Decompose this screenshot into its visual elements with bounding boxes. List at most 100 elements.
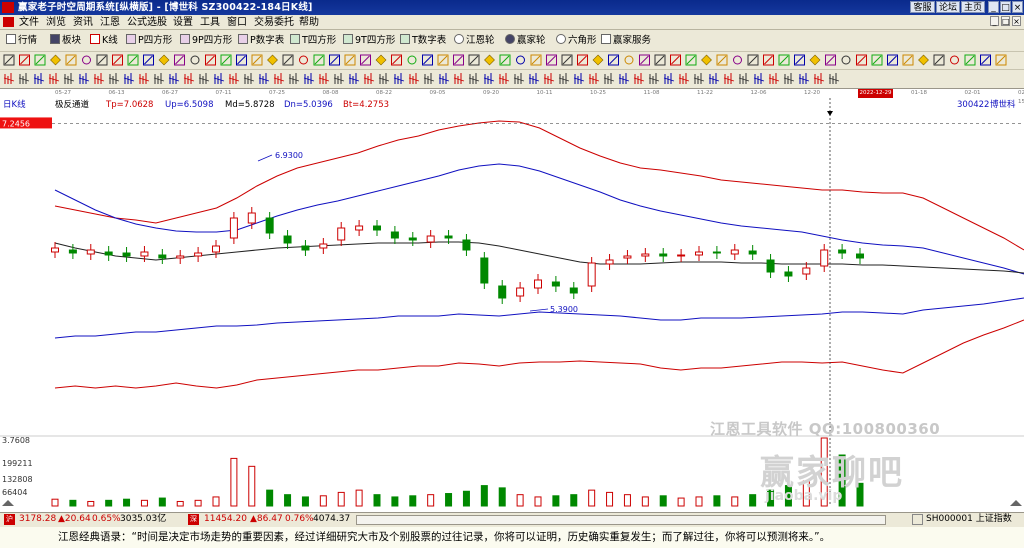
square-icon[interactable] [685,54,697,66]
cross-icon[interactable] [407,55,417,65]
fork-icon[interactable] [768,73,780,84]
fork-icon[interactable] [618,73,630,84]
toolbar-9t-square[interactable]: 9T四方形 [343,34,395,47]
infinity-icon[interactable] [588,73,600,84]
toolbar-p-square[interactable]: P四方形 [126,34,172,47]
chart-icon[interactable] [648,73,660,84]
hline-icon[interactable] [950,55,959,65]
diamond-icon[interactable] [995,54,1007,66]
rewind-icon[interactable] [360,54,371,66]
chart-icon[interactable] [723,73,735,84]
chart-icon[interactable] [498,73,510,84]
grid-icon[interactable] [603,73,615,84]
toolbar-quotes[interactable]: 行情 [6,34,37,47]
toolbar-kline[interactable]: K线 [90,34,118,47]
vline-icon[interactable] [747,54,759,66]
chart-icon[interactable] [123,73,135,84]
cross-icon[interactable] [778,54,790,66]
vline-icon[interactable] [375,54,387,66]
grid-icon[interactable] [753,73,765,84]
vline-icon[interactable] [3,54,15,66]
star-icon[interactable] [980,54,991,66]
infinity-icon[interactable] [63,73,75,84]
chart-icon[interactable] [798,73,810,84]
circle-icon[interactable] [701,54,712,66]
menu-help[interactable]: 帮助 [299,16,319,29]
minimize-button[interactable]: _ [988,1,999,13]
square-icon[interactable] [871,54,883,66]
fib-icon[interactable] [558,73,570,84]
lock-icon[interactable] [639,54,650,66]
infinity-icon[interactable] [513,73,525,84]
grid-icon[interactable] [78,73,90,84]
fib-icon[interactable] [108,73,120,84]
chart-icon[interactable] [273,73,285,84]
circle-icon[interactable] [887,54,898,66]
menu-gann[interactable]: 江恩 [100,16,120,29]
arrow-icon[interactable] [841,55,851,65]
forum-button[interactable]: 论坛 [936,1,960,13]
toolbar-winner-wheel[interactable]: 赢家轮 [505,34,546,47]
grid-icon[interactable] [453,73,465,84]
rewind-icon[interactable] [174,54,185,66]
star-icon[interactable] [794,54,805,66]
menu-browse[interactable]: 浏览 [46,16,66,29]
lock-icon[interactable] [825,54,836,66]
toolbar-winner-service[interactable]: 赢家服务 [601,34,651,47]
fork-icon[interactable] [243,73,255,84]
hline-icon[interactable] [763,54,774,66]
mdi-close-button[interactable]: × [1012,16,1021,26]
scroll-up-icon[interactable] [2,500,14,506]
fib-icon[interactable] [33,73,45,84]
fork-icon[interactable] [543,73,555,84]
index-selector-icon[interactable] [912,514,923,525]
fork-icon[interactable] [468,73,480,84]
play-icon[interactable] [158,54,170,66]
horizontal-scrollbar[interactable] [356,515,886,525]
menu-settings[interactable]: 设置 [173,16,193,29]
fib-icon[interactable] [183,73,195,84]
text-icon[interactable] [856,54,867,66]
grid-icon[interactable] [678,73,690,84]
grid-icon[interactable] [228,73,240,84]
maximize-button[interactable]: □ [1000,1,1011,13]
text-icon[interactable] [112,54,123,66]
hline-icon[interactable] [19,54,30,66]
fib-icon[interactable] [633,73,645,84]
toolbar-t-numtable[interactable]: T数字表 [400,34,446,47]
infinity-icon[interactable] [438,73,450,84]
fib-icon[interactable] [258,73,270,84]
vline-icon[interactable] [561,54,573,66]
infinity-icon[interactable] [213,73,225,84]
grid-icon[interactable] [528,73,540,84]
menu-window[interactable]: 窗口 [227,16,247,29]
fork-icon[interactable] [393,73,405,84]
cross-icon[interactable] [220,54,232,66]
menu-info[interactable]: 资讯 [73,16,93,29]
cross-icon[interactable] [964,54,976,66]
chart-icon[interactable] [198,73,210,84]
grid-icon[interactable] [3,73,15,84]
infinity-icon[interactable] [288,73,300,84]
star-icon[interactable] [422,54,433,66]
play-icon[interactable] [530,54,542,66]
menu-file[interactable]: 文件 [19,16,39,29]
text-icon[interactable] [670,54,681,66]
rewind-icon[interactable] [546,54,557,66]
infinity-icon[interactable] [138,73,150,84]
homepage-button[interactable]: 主页 [961,1,985,13]
toolbar-hexagon[interactable]: 六角形 [556,34,597,47]
square-icon[interactable] [313,54,325,66]
diamond-icon[interactable] [809,54,821,66]
star-icon[interactable] [236,54,247,66]
chart-icon[interactable] [423,73,435,84]
play-icon[interactable] [902,54,914,66]
analysis-icon-group[interactable] [3,73,840,84]
circle-icon[interactable] [329,54,340,66]
menu-formula-select[interactable]: 公式选股 [127,16,167,29]
fib-icon[interactable] [783,73,795,84]
chart-icon[interactable] [48,73,60,84]
arrow-icon[interactable] [654,54,666,66]
mdi-restore-button[interactable]: □ [1001,16,1010,26]
text-icon[interactable] [299,55,308,65]
